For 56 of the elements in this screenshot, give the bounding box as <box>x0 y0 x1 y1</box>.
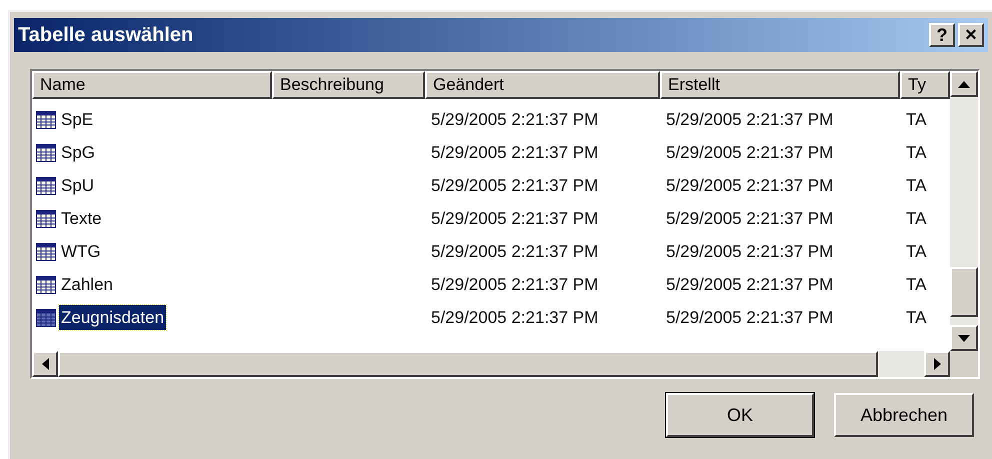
table-name[interactable]: Zahlen <box>59 272 115 298</box>
created-cell-text: 5/29/2005 2:21:37 PM <box>665 208 834 230</box>
right-arrow-icon <box>934 358 940 370</box>
vertical-scrollbar[interactable] <box>950 71 978 351</box>
table-icon <box>36 308 56 326</box>
type-cell-text: TA <box>905 174 928 197</box>
scroll-up-button[interactable] <box>950 71 978 97</box>
type-cell-text: TA <box>905 306 928 329</box>
created-cell-text: 5/29/2005 2:21:37 PM <box>665 174 834 197</box>
scroll-right-button[interactable] <box>924 351 950 377</box>
created-cell-text: 5/29/2005 2:21:37 PM <box>665 274 834 296</box>
down-arrow-icon <box>958 334 970 342</box>
column-header[interactable]: Beschreibung <box>272 71 425 99</box>
left-arrow-icon <box>42 358 48 370</box>
modified-cell-text: 5/29/2005 2:21:37 PM <box>430 208 600 230</box>
cancel-button[interactable]: Abbrechen <box>834 393 974 437</box>
table-name[interactable]: SpE <box>59 106 96 132</box>
table-icon <box>36 210 56 228</box>
table-name[interactable]: SpU <box>59 172 96 198</box>
column-header[interactable]: Erstellt <box>660 71 900 99</box>
modified-cell-text: 5/29/2005 2:21:37 PM <box>430 108 600 131</box>
table-icon <box>36 110 56 128</box>
up-arrow-icon <box>958 80 970 88</box>
type-cell-text: TA <box>905 208 928 230</box>
type-cell-text: TA <box>905 274 928 296</box>
created-cell-text: 5/29/2005 2:21:37 PM <box>665 240 834 263</box>
modified-cell-text: 5/29/2005 2:21:37 PM <box>430 174 600 197</box>
created-cell-text: 5/29/2005 2:21:37 PM <box>665 108 834 131</box>
scroll-left-button[interactable] <box>32 351 58 377</box>
column-header[interactable]: Geändert <box>425 71 660 99</box>
table-icon <box>36 144 56 162</box>
close-button[interactable]: × <box>958 23 984 47</box>
table-name[interactable]: Zeugnisdaten <box>59 304 166 330</box>
table-icon <box>36 242 56 260</box>
table-name[interactable]: SpG <box>59 140 98 166</box>
modified-cell-text: 5/29/2005 2:21:37 PM <box>430 240 600 263</box>
created-cell-text: 5/29/2005 2:21:37 PM <box>665 306 834 329</box>
type-cell-text: TA <box>905 108 928 131</box>
scroll-down-button[interactable] <box>950 325 978 351</box>
modified-cell-text: 5/29/2005 2:21:37 PM <box>430 306 600 329</box>
table-icon <box>36 176 56 194</box>
table-icon <box>36 276 56 294</box>
created-cell-text: 5/29/2005 2:21:37 PM <box>665 142 834 164</box>
table-name[interactable]: WTG <box>59 238 103 264</box>
scroll-thumb[interactable] <box>950 267 978 317</box>
table-name[interactable]: Texte <box>59 206 104 232</box>
column-header[interactable]: Name <box>32 71 272 99</box>
type-cell-text: TA <box>905 142 928 164</box>
modified-cell-text: 5/29/2005 2:21:37 PM <box>430 142 600 164</box>
modified-cell-text: 5/29/2005 2:21:37 PM <box>430 274 600 296</box>
ok-button[interactable]: OK <box>666 393 814 437</box>
help-button[interactable]: ? <box>929 23 955 47</box>
window-title: Tabelle auswählen <box>18 23 194 48</box>
scrollbar-corner <box>950 351 978 377</box>
type-cell-text: TA <box>905 240 928 263</box>
column-header[interactable]: Ty <box>900 71 950 99</box>
